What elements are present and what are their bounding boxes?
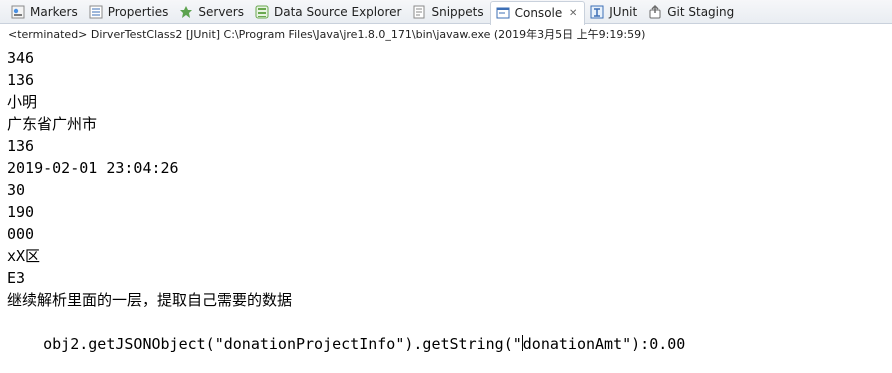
properties-icon <box>88 4 104 20</box>
tab-servers[interactable]: Servers <box>174 1 250 23</box>
tab-snippets[interactable]: Snippets <box>407 1 489 23</box>
console-line: 136 <box>7 71 35 89</box>
console-icon <box>495 5 511 21</box>
console-line: 136 <box>7 137 35 155</box>
git-staging-icon <box>647 4 663 20</box>
tab-label: Console <box>514 6 563 20</box>
tab-label: JUnit <box>609 4 638 19</box>
tab-label: Properties <box>107 4 169 19</box>
console-process-label: <terminated> DirverTestClass2 [JUnit] C:… <box>8 28 646 41</box>
junit-icon <box>589 4 605 20</box>
console-line-last: obj2.getJSONObject("donationProjectInfo"… <box>7 311 887 353</box>
tab-label: Data Source Explorer <box>274 4 402 19</box>
snippets-icon <box>411 4 427 20</box>
console-line: 30 <box>7 181 26 199</box>
tab-console[interactable]: Console ✕ <box>489 0 586 25</box>
servers-icon <box>178 4 194 20</box>
console-line: 广东省广州市 <box>7 115 98 133</box>
console-line: 000 <box>7 225 35 243</box>
tab-junit[interactable]: JUnit <box>585 1 643 23</box>
data-source-explorer-icon <box>254 4 270 20</box>
console-line: 2019-02-01 23:04:26 <box>7 159 179 177</box>
tab-label: Markers <box>30 4 78 19</box>
tab-git-staging[interactable]: Git Staging <box>643 1 740 23</box>
console-output[interactable]: 346 136 小明 广东省广州市 136 2019-02-01 23:04:2… <box>7 47 887 353</box>
tab-properties[interactable]: Properties <box>84 1 175 23</box>
tab-data-source-explorer[interactable]: Data Source Explorer <box>250 1 407 23</box>
tab-label: Git Staging <box>667 4 735 19</box>
close-icon[interactable]: ✕ <box>568 8 578 19</box>
tab-markers[interactable]: Markers <box>6 1 84 23</box>
console-line: 190 <box>7 203 35 221</box>
tab-label: Servers <box>198 4 244 19</box>
view-tab-bar: Markers Properties Servers Data Source E… <box>0 0 892 25</box>
console-text-before-cursor: obj2.getJSONObject("donationProjectInfo"… <box>43 335 522 353</box>
console-line: 346 <box>7 49 35 67</box>
console-line: 继续解析里面的一层，提取自己需要的数据 <box>7 291 293 309</box>
console-line: 小明 <box>7 93 38 111</box>
markers-icon <box>10 4 26 20</box>
tab-label: Snippets <box>431 4 484 19</box>
console-text-after-cursor: donationAmt"):0.00 <box>522 335 686 353</box>
console-line: E3 <box>7 269 26 287</box>
console-line: xX区 <box>7 247 41 265</box>
